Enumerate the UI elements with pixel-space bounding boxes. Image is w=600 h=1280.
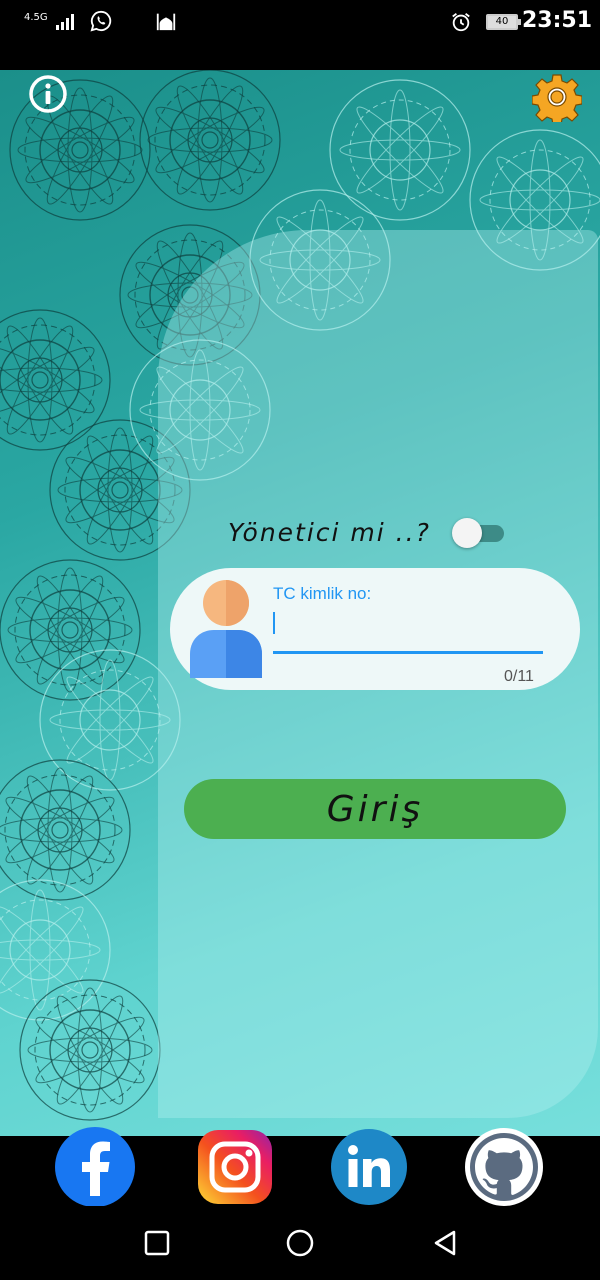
- toggle-thumb: [452, 518, 482, 548]
- alarm-icon: [452, 13, 470, 32]
- login-button[interactable]: Giriş: [184, 779, 566, 839]
- tc-input[interactable]: [273, 610, 543, 654]
- character-counter: 0/11: [504, 668, 534, 685]
- home-icon[interactable]: [285, 1228, 315, 1258]
- linkedin-icon[interactable]: [328, 1126, 410, 1208]
- text-cursor: [273, 612, 275, 634]
- instagram-icon[interactable]: [194, 1126, 276, 1208]
- tc-label: TC kimlik no:: [273, 584, 372, 603]
- login-screen: Yönetici mi ..? TC kimlik no: 0/11 Giriş: [0, 70, 600, 1136]
- network-indicator: 4.5G: [24, 12, 48, 23]
- admin-toggle[interactable]: [452, 518, 506, 548]
- tc-input-card: TC kimlik no: 0/11: [170, 568, 580, 690]
- navigation-bar: [0, 1206, 600, 1280]
- gear-icon[interactable]: [532, 72, 582, 122]
- user-avatar-icon: [190, 580, 262, 678]
- recent-apps-icon[interactable]: [142, 1228, 172, 1258]
- back-icon[interactable]: [430, 1228, 460, 1258]
- status-bar: 4.5G 40 23:51: [0, 0, 600, 70]
- signal-icon: [56, 14, 74, 30]
- facebook-icon[interactable]: [54, 1126, 136, 1208]
- clock: 23:51: [522, 8, 593, 33]
- github-icon[interactable]: [463, 1126, 545, 1208]
- mosque-icon: [156, 13, 176, 31]
- admin-label: Yönetici mi ..?: [228, 518, 431, 547]
- whatsapp-icon: [90, 10, 112, 32]
- social-bar: [0, 1127, 600, 1207]
- battery-icon: 40: [486, 14, 521, 30]
- info-icon[interactable]: [28, 74, 68, 114]
